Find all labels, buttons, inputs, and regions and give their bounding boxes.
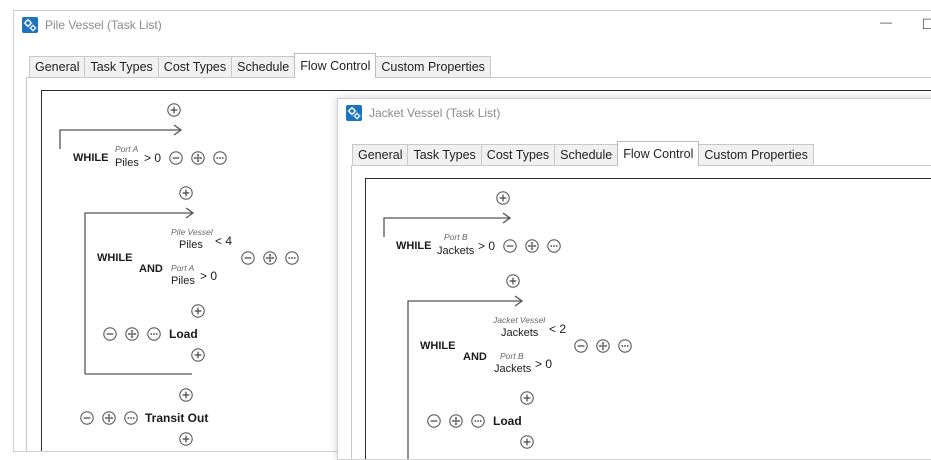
add-step-icon[interactable] — [179, 432, 193, 446]
task-label[interactable]: Transit Out — [145, 411, 208, 425]
move-icon[interactable] — [449, 414, 463, 428]
condition-operator: < 4 — [215, 234, 233, 248]
tab-flow-control[interactable]: Flow Control — [294, 53, 377, 78]
tab-schedule[interactable]: Schedule — [554, 144, 619, 166]
and-keyword: AND — [139, 263, 163, 275]
while-keyword: WHILE — [97, 252, 133, 264]
more-options-icon[interactable] — [213, 151, 227, 165]
condition-operator: > 0 — [200, 269, 218, 283]
move-icon[interactable] — [102, 411, 116, 425]
maximize-button[interactable]: ☐ — [920, 16, 931, 33]
move-icon[interactable] — [596, 339, 610, 353]
add-step-icon[interactable] — [179, 388, 193, 402]
entity-label: Piles — [171, 275, 195, 287]
entity-label: Jackets — [501, 327, 539, 339]
condition-operator: < 2 — [549, 322, 567, 336]
tab-schedule[interactable]: Schedule — [231, 56, 296, 78]
tab-custom-properties[interactable]: Custom Properties — [698, 144, 814, 166]
task-label[interactable]: Load — [493, 414, 522, 428]
move-icon[interactable] — [125, 327, 139, 341]
inner-loop-frame — [407, 295, 524, 459]
entity-label: Jackets — [494, 363, 532, 375]
more-options-icon[interactable] — [471, 414, 485, 428]
remove-icon[interactable] — [427, 414, 441, 428]
remove-icon[interactable] — [80, 411, 94, 425]
add-step-icon[interactable] — [191, 348, 205, 362]
more-options-icon[interactable] — [124, 411, 138, 425]
task-label[interactable]: Load — [169, 327, 198, 341]
port-label: Pile Vessel — [171, 227, 213, 237]
more-options-icon[interactable] — [147, 327, 161, 341]
more-options-icon[interactable] — [285, 251, 299, 265]
tab-custom-properties[interactable]: Custom Properties — [375, 56, 491, 78]
and-keyword: AND — [463, 351, 487, 363]
condition-operator: > 0 — [535, 357, 553, 371]
entity-label: Piles — [179, 239, 203, 251]
more-options-icon[interactable] — [547, 239, 561, 253]
tab-flow-control[interactable]: Flow Control — [617, 141, 700, 166]
remove-icon[interactable] — [241, 251, 255, 265]
minimize-button[interactable]: — — [878, 15, 894, 29]
more-options-icon[interactable] — [618, 339, 632, 353]
add-step-icon[interactable] — [520, 435, 534, 449]
remove-icon[interactable] — [574, 339, 588, 353]
port-label: Port A — [171, 263, 195, 273]
while-keyword: WHILE — [420, 340, 456, 352]
jacket-vessel-window: Jacket Vessel (Task List) General Task T… — [337, 98, 931, 460]
move-icon[interactable] — [263, 251, 277, 265]
add-step-icon[interactable] — [520, 391, 534, 405]
remove-icon[interactable] — [103, 327, 117, 341]
add-step-icon[interactable] — [191, 304, 205, 318]
port-label: Jacket Vessel — [493, 315, 546, 325]
port-label: Port B — [500, 351, 524, 361]
